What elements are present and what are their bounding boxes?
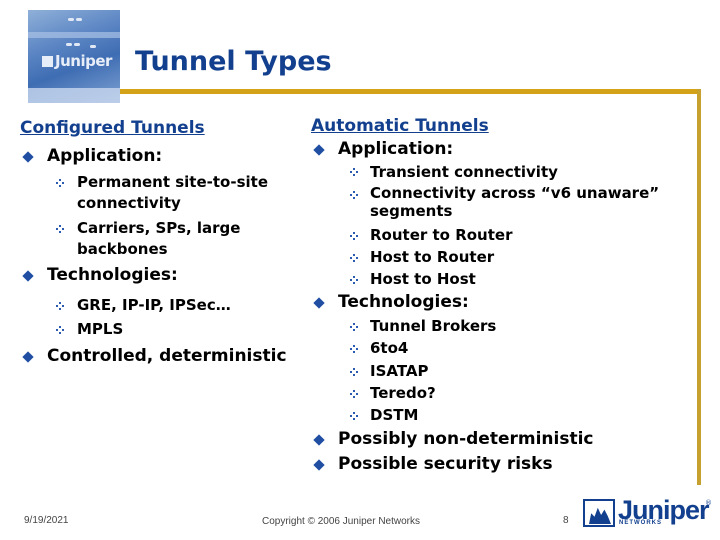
title-underline-rule	[120, 89, 700, 94]
photo-logo-text: Juniper	[55, 52, 112, 70]
configured-tunnels-heading: Configured Tunnels	[20, 118, 205, 138]
left-item-technologies: Technologies:	[47, 265, 178, 285]
page-number: 8	[563, 515, 569, 526]
automatic-tunnels-heading: Automatic Tunnels	[311, 116, 489, 136]
juniper-logo: Juniper NETWORKS ®	[583, 495, 713, 529]
right-sub-item: DSTM	[370, 406, 419, 424]
right-item-application: Application:	[338, 139, 454, 159]
diamond-bullet-icon	[313, 459, 325, 471]
sparkle-bullet-icon	[350, 323, 359, 332]
right-sub-item: Router to Router	[370, 226, 513, 244]
photo-juniper-logo: Juniper	[42, 52, 112, 70]
left-item-application: Application:	[47, 146, 163, 166]
registered-mark: ®	[705, 499, 712, 507]
right-sub-item: Host to Router	[370, 248, 495, 266]
left-sub-item: Carriers, SPs, large backbones	[77, 219, 241, 258]
left-item-controlled: Controlled, deterministic	[47, 346, 287, 366]
right-sub-item: Teredo?	[370, 384, 436, 402]
slide-title: Tunnel Types	[135, 46, 332, 77]
diamond-bullet-icon	[22, 151, 34, 163]
photo-led	[66, 43, 72, 46]
diamond-bullet-icon	[313, 434, 325, 446]
juniper-tree-icon	[583, 499, 615, 527]
left-sub-item: Permanent site-to-site connectivity	[77, 173, 268, 212]
sparkle-bullet-icon	[350, 412, 359, 421]
photo-panel-band	[28, 32, 120, 38]
right-sub-item: Tunnel Brokers	[370, 317, 497, 335]
footer-copyright: Copyright © 2006 Juniper Networks	[262, 516, 420, 527]
sparkle-bullet-icon	[350, 368, 359, 377]
sparkle-bullet-icon	[56, 225, 65, 234]
right-sub-item: Transient connectivity	[370, 163, 558, 181]
sparkle-bullet-icon	[350, 254, 359, 263]
right-sub-item: Connectivity across “v6 unaware” segment…	[370, 184, 660, 220]
right-sub-item: Host to Host	[370, 270, 476, 288]
left-sub-item: GRE, IP-IP, IPSec…	[77, 296, 231, 314]
photo-led	[90, 45, 96, 48]
right-item-technologies: Technologies:	[338, 292, 469, 312]
footer-date: 9/19/2021	[24, 515, 69, 526]
right-border-rule	[697, 89, 701, 485]
sparkle-bullet-icon	[350, 276, 359, 285]
sparkle-bullet-icon	[350, 191, 359, 200]
sparkle-bullet-icon	[350, 390, 359, 399]
right-item-security-risks: Possible security risks	[338, 454, 553, 474]
sparkle-bullet-icon	[350, 345, 359, 354]
photo-bottom-band	[28, 88, 120, 103]
sparkle-bullet-icon	[350, 168, 359, 177]
left-sub-item: MPLS	[77, 320, 124, 338]
sparkle-bullet-icon	[56, 326, 65, 335]
sparkle-bullet-icon	[56, 302, 65, 311]
photo-led	[74, 43, 80, 46]
right-sub-item: 6to4	[370, 339, 409, 357]
photo-led	[76, 18, 82, 21]
diamond-bullet-icon	[22, 270, 34, 282]
header-photo: Juniper	[28, 10, 120, 103]
photo-led	[68, 18, 74, 21]
juniper-mark-icon	[42, 56, 53, 67]
sparkle-bullet-icon	[350, 232, 359, 241]
diamond-bullet-icon	[22, 351, 34, 363]
diamond-bullet-icon	[313, 297, 325, 309]
sparkle-bullet-icon	[56, 179, 65, 188]
right-sub-item: ISATAP	[370, 362, 429, 380]
diamond-bullet-icon	[313, 144, 325, 156]
right-item-nondeterministic: Possibly non-deterministic	[338, 429, 594, 449]
logo-subtext: NETWORKS	[619, 520, 662, 526]
